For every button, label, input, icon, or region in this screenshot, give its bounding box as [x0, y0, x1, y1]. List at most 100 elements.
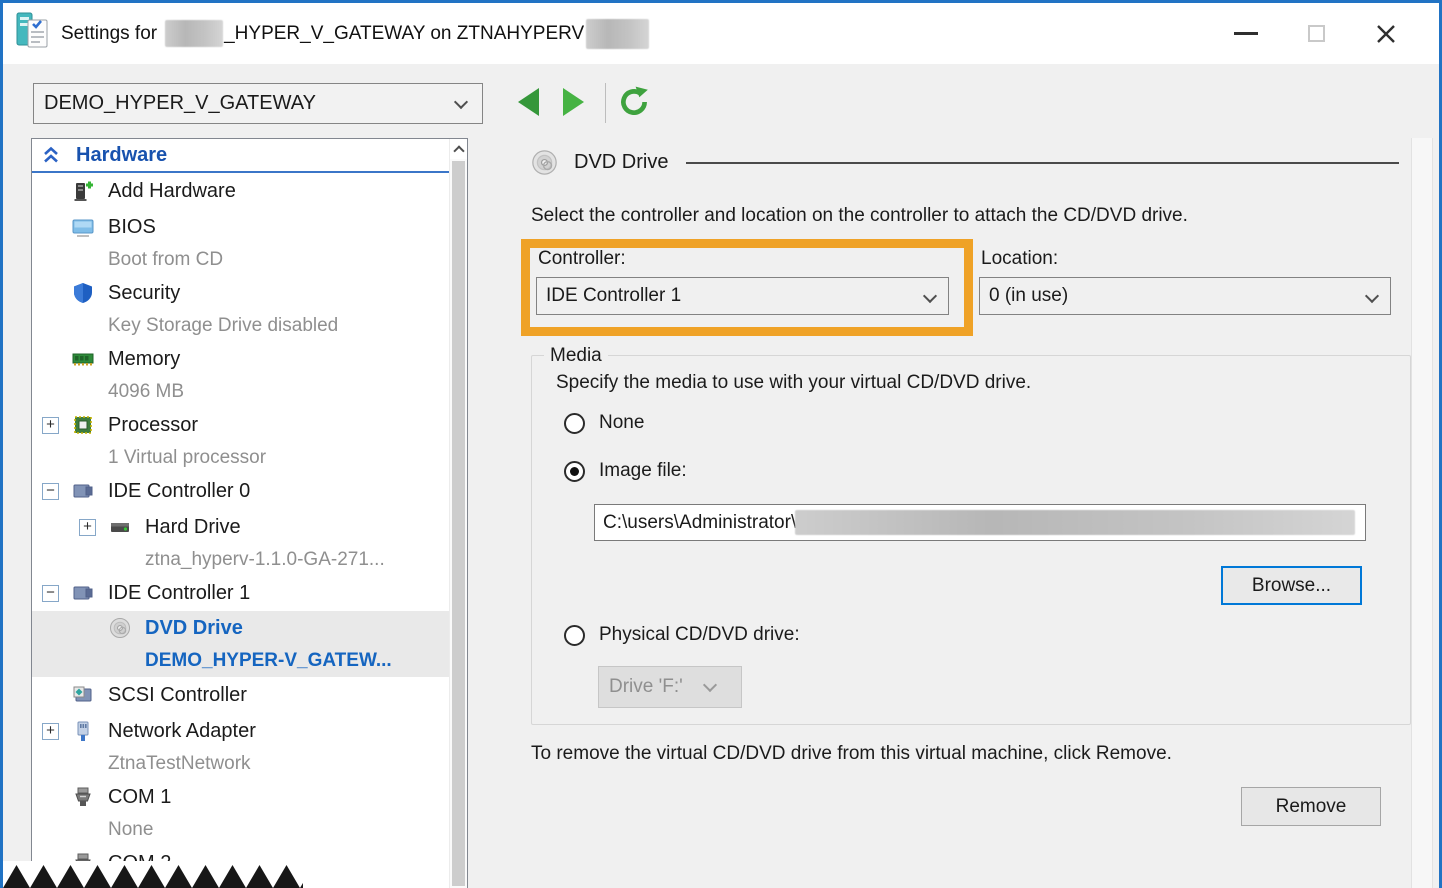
scrollbar-thumb[interactable] [452, 161, 465, 886]
browse-button[interactable]: Browse... [1221, 566, 1362, 605]
memory-icon [72, 348, 94, 370]
network-adapter-icon [72, 720, 94, 742]
ide-controller-icon [72, 480, 94, 502]
maximize-icon [1308, 25, 1325, 42]
sidebar-subitem-memory[interactable]: 4096 MB [32, 377, 449, 407]
location-value: 0 (in use) [989, 285, 1068, 307]
sidebar-selection: DVD Drive DEMO_HYPER-V_GATEW... [32, 611, 449, 677]
navigate-forward-button[interactable] [563, 88, 584, 116]
image-file-path: C:\users\Administrator\ [603, 512, 796, 534]
remove-button[interactable]: Remove [1241, 787, 1381, 826]
intro-text: Select the controller and location on th… [531, 205, 1188, 227]
redacted-host-name [586, 19, 649, 49]
vm-selector-dropdown[interactable]: DEMO_HYPER_V_GATEWAY [33, 83, 483, 124]
dvd-disc-icon [109, 617, 131, 639]
sidebar-subitem-dvd-drive[interactable]: DEMO_HYPER-V_GATEW... [32, 645, 449, 677]
panel-scrollbar-track[interactable] [1411, 138, 1433, 888]
sidebar-item-memory[interactable]: Memory [32, 341, 449, 377]
sidebar-item-processor[interactable]: + Processor [32, 407, 449, 443]
refresh-button[interactable] [617, 85, 651, 124]
tree-header-hardware[interactable]: Hardware [32, 139, 449, 173]
title-bar: Settings for_HYPER_V_GATEWAY on ZTNAHYPE… [3, 3, 1439, 64]
chevron-up-icon [453, 145, 464, 156]
media-legend: Media [544, 345, 608, 367]
collapse-chevrons-icon [42, 146, 60, 164]
radio-physical-drive[interactable]: Physical CD/DVD drive: [564, 624, 800, 646]
bios-icon [72, 216, 94, 238]
section-title: DVD Drive [574, 151, 668, 174]
physical-drive-value: Drive 'F:' [609, 676, 683, 698]
location-dropdown[interactable]: 0 (in use) [979, 277, 1391, 315]
navigate-back-button[interactable] [518, 88, 539, 116]
ide-controller-icon [72, 582, 94, 604]
controller-label: Controller: [538, 248, 626, 270]
chevron-down-icon [703, 678, 717, 692]
sidebar-subitem-network-adapter[interactable]: ZtnaTestNetwork [32, 749, 449, 779]
scsi-controller-icon [72, 684, 94, 706]
add-hardware-icon [72, 180, 94, 202]
refresh-icon [617, 85, 651, 119]
com-port-icon [72, 786, 94, 808]
chevron-down-icon [923, 289, 937, 303]
sidebar-item-security[interactable]: Security [32, 275, 449, 311]
radio-image-file[interactable]: Image file: [564, 460, 687, 482]
close-icon [1374, 22, 1398, 46]
radio-unchecked-icon [564, 625, 585, 646]
sidebar-item-com1[interactable]: COM 1 [32, 779, 449, 815]
sidebar-item-bios[interactable]: BIOS [32, 209, 449, 245]
minimize-icon [1234, 32, 1258, 35]
dvd-disc-icon [531, 149, 558, 176]
maximize-button [1281, 3, 1351, 64]
radio-none[interactable]: None [564, 412, 644, 434]
sidebar-scrollbar[interactable] [449, 139, 467, 888]
section-header: DVD Drive [531, 149, 1399, 176]
chevron-down-icon [454, 95, 468, 109]
radio-checked-icon [564, 461, 585, 482]
minimize-button[interactable] [1211, 3, 1281, 64]
image-file-input[interactable]: C:\users\Administrator\ [594, 504, 1366, 541]
window-title: Settings for_HYPER_V_GATEWAY on ZTNAHYPE… [61, 19, 649, 49]
sidebar-subitem-security[interactable]: Key Storage Drive disabled [32, 311, 449, 341]
radio-unchecked-icon [564, 413, 585, 434]
sidebar-item-ide-controller-1[interactable]: − IDE Controller 1 [32, 575, 449, 611]
chevron-down-icon [1365, 289, 1379, 303]
close-button[interactable] [1351, 3, 1421, 64]
physical-drive-dropdown: Drive 'F:' [598, 666, 742, 708]
hard-drive-icon [109, 516, 131, 538]
shield-icon [72, 282, 94, 304]
collapse-icon[interactable]: − [42, 585, 59, 602]
sidebar-subitem-hard-drive[interactable]: ztna_hyperv-1.1.0-GA-271... [32, 545, 449, 575]
window-controls [1211, 3, 1421, 64]
torn-edge-decoration [3, 861, 303, 888]
expand-icon[interactable]: + [42, 417, 59, 434]
sidebar-item-scsi-controller[interactable]: SCSI Controller [32, 677, 449, 713]
toolbar-divider [605, 83, 606, 123]
header-rule [686, 162, 1399, 164]
expand-icon[interactable]: + [79, 519, 96, 536]
redacted-file-path [795, 510, 1355, 535]
tree-header-label: Hardware [76, 144, 167, 167]
settings-dialog: Settings for_HYPER_V_GATEWAY on ZTNAHYPE… [0, 0, 1442, 888]
controller-value: IDE Controller 1 [546, 285, 681, 307]
collapse-icon[interactable]: − [42, 483, 59, 500]
sidebar-item-dvd-drive[interactable]: DVD Drive [32, 611, 449, 645]
sidebar-subitem-processor[interactable]: 1 Virtual processor [32, 443, 449, 473]
expand-icon[interactable]: + [42, 723, 59, 740]
scroll-up-button[interactable] [450, 139, 467, 159]
hardware-tree-panel: Hardware Add Hardware [31, 138, 468, 888]
sidebar-item-network-adapter[interactable]: + Network Adapter [32, 713, 449, 749]
redacted-vm-name [165, 20, 223, 47]
hyperv-settings-icon [15, 11, 51, 56]
sidebar-item-add-hardware[interactable]: Add Hardware [32, 173, 449, 209]
hardware-tree: Hardware Add Hardware [32, 139, 449, 881]
sidebar-subitem-bios[interactable]: Boot from CD [32, 245, 449, 275]
sidebar-subitem-com1[interactable]: None [32, 815, 449, 845]
location-label: Location: [981, 248, 1058, 270]
media-instruction: Specify the media to use with your virtu… [556, 372, 1031, 394]
sidebar-item-ide-controller-0[interactable]: − IDE Controller 0 [32, 473, 449, 509]
vm-selector-value: DEMO_HYPER_V_GATEWAY [44, 92, 316, 115]
media-groupbox: Media Specify the media to use with your… [531, 355, 1411, 725]
processor-icon [72, 414, 94, 436]
sidebar-item-hard-drive[interactable]: + Hard Drive [32, 509, 449, 545]
controller-dropdown[interactable]: IDE Controller 1 [536, 277, 949, 315]
